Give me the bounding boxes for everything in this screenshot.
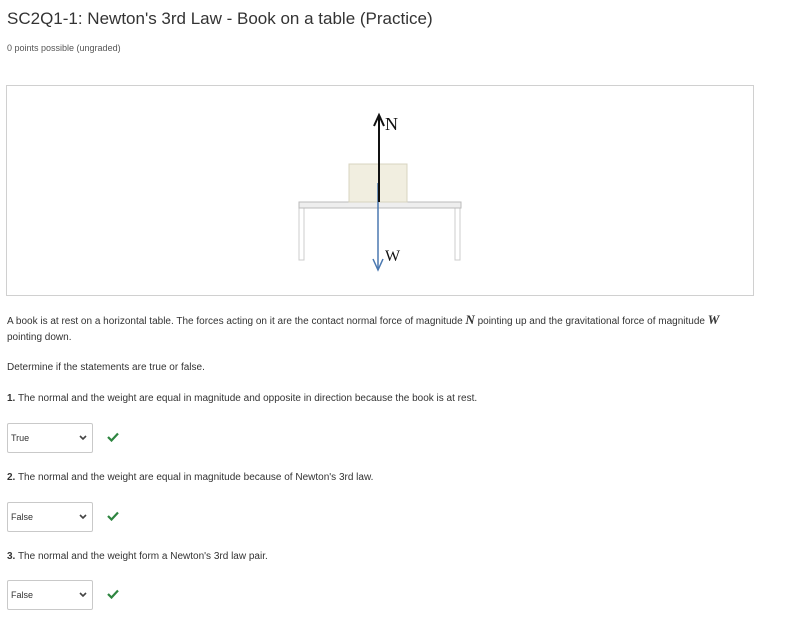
selected-value: True xyxy=(11,433,30,443)
question-text: The normal and the weight are equal in m… xyxy=(15,393,478,404)
instruction: Determine if the statements are true or … xyxy=(7,362,205,373)
checkmark-icon xyxy=(107,589,119,599)
statement-text-3: pointing down. xyxy=(7,332,72,343)
checkmark-icon xyxy=(107,511,119,521)
page-title: SC2Q1-1: Newton's 3rd Law - Book on a ta… xyxy=(7,9,433,28)
statement-text: A book is at rest on a horizontal table.… xyxy=(7,316,466,327)
var-w: W xyxy=(707,312,720,327)
weight-label: W xyxy=(385,248,401,265)
table-leg-left xyxy=(298,206,305,261)
question-1: 1. The normal and the weight are equal i… xyxy=(7,391,767,407)
chevron-down-icon xyxy=(79,435,87,441)
chevron-down-icon xyxy=(79,592,87,598)
var-n: N xyxy=(465,312,475,327)
normal-label: N xyxy=(385,114,398,134)
problem-page: SC2Q1-1: Newton's 3rd Law - Book on a ta… xyxy=(0,0,800,617)
points-possible: 0 points possible (ungraded) xyxy=(7,43,121,53)
answer-select-1[interactable]: True xyxy=(7,423,93,453)
question-text: The normal and the weight are equal in m… xyxy=(15,472,374,483)
chevron-down-icon xyxy=(79,514,87,520)
question-3: 3. The normal and the weight form a Newt… xyxy=(7,549,767,565)
problem-statement: A book is at rest on a horizontal table.… xyxy=(7,312,767,346)
table-top xyxy=(298,201,462,209)
selected-value: False xyxy=(11,590,34,600)
answer-select-3[interactable]: False xyxy=(7,580,93,610)
selected-value: False xyxy=(11,512,34,522)
force-diagram: N W xyxy=(6,85,754,296)
question-text: The normal and the weight form a Newton'… xyxy=(15,551,268,562)
question-2: 2. The normal and the weight are equal i… xyxy=(7,470,767,486)
answer-select-2[interactable]: False xyxy=(7,502,93,532)
statement-text-2: pointing up and the gravitational force … xyxy=(474,316,708,327)
checkmark-icon xyxy=(107,432,119,442)
table-leg-right xyxy=(454,206,461,261)
